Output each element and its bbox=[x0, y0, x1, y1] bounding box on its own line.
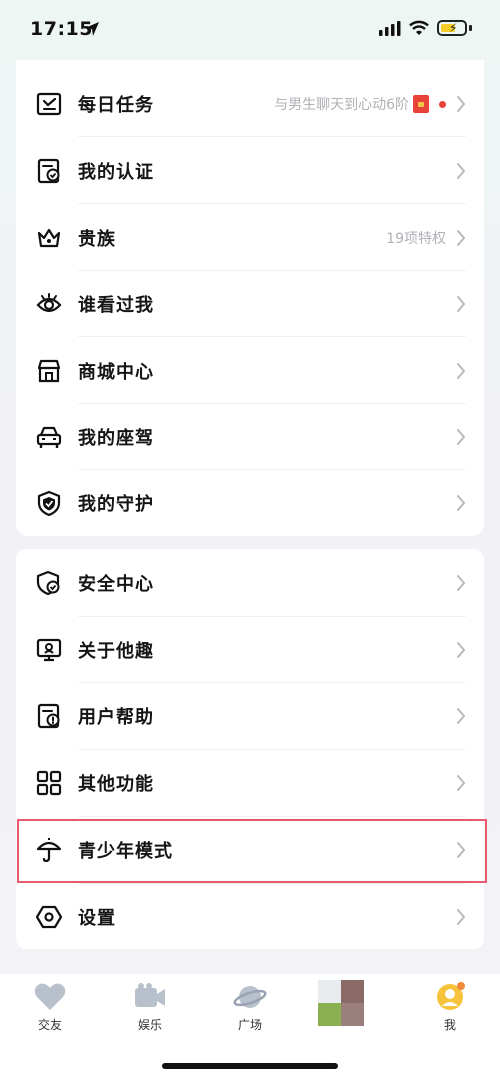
menu-item-mall[interactable]: 商城中心 bbox=[16, 338, 484, 404]
location-arrow-icon bbox=[85, 22, 99, 36]
shield-icon bbox=[37, 490, 61, 516]
menu-item-label: 用户帮助 bbox=[78, 707, 154, 728]
menu-item-label: 关于他趣 bbox=[78, 641, 154, 662]
menu-card-main: 每日任务 与男生聊天到心动6阶 我的认证 贵族 19项特权 谁看过我 商城中心 … bbox=[16, 60, 484, 536]
home-indicator bbox=[162, 1063, 338, 1069]
menu-item-visitors[interactable]: 谁看过我 bbox=[16, 271, 484, 337]
menu-item-security[interactable]: 安全中心 bbox=[16, 550, 484, 616]
crown-icon bbox=[37, 228, 61, 248]
chevron-right-icon bbox=[457, 775, 466, 791]
tab-label: 广场 bbox=[237, 1018, 262, 1032]
menu-item-other-features[interactable]: 其他功能 bbox=[16, 750, 484, 816]
tab-entertainment[interactable]: 娱乐 bbox=[110, 982, 190, 1033]
car-icon bbox=[36, 426, 62, 448]
chevron-right-icon bbox=[457, 230, 466, 246]
eye-icon bbox=[36, 293, 62, 313]
tab-plaza[interactable]: 广场 bbox=[210, 982, 290, 1033]
menu-item-guardian[interactable]: 我的守护 bbox=[16, 470, 484, 536]
notification-dot bbox=[439, 100, 446, 108]
menu-item-label: 贵族 bbox=[78, 229, 116, 250]
chevron-right-icon bbox=[457, 163, 466, 179]
menu-item-about[interactable]: 关于他趣 bbox=[16, 617, 484, 683]
menu-item-meta: 19项特权 bbox=[386, 231, 446, 247]
menu-item-nobility[interactable]: 贵族 19项特权 bbox=[16, 205, 484, 271]
menu-item-car[interactable]: 我的座驾 bbox=[16, 404, 484, 470]
menu-item-meta: 与男生聊天到心动6阶 bbox=[274, 94, 446, 114]
chevron-right-icon bbox=[457, 708, 466, 724]
menu-item-verification[interactable]: 我的认证 bbox=[16, 138, 484, 204]
store-icon bbox=[37, 359, 61, 383]
verify-icon bbox=[37, 158, 60, 184]
status-indicators: ⚡ bbox=[379, 20, 472, 36]
chevron-right-icon bbox=[457, 429, 466, 445]
about-icon bbox=[36, 638, 62, 662]
chevron-right-icon bbox=[457, 96, 466, 112]
menu-item-label: 其他功能 bbox=[78, 774, 154, 795]
menu-item-label: 我的守护 bbox=[78, 494, 154, 515]
menu-item-help[interactable]: 用户帮助 bbox=[16, 683, 484, 749]
battery-icon: ⚡ bbox=[437, 20, 467, 36]
tab-label: 娱乐 bbox=[137, 1018, 162, 1032]
tab-label: 交友 bbox=[37, 1018, 62, 1032]
thumbnail-image[interactable] bbox=[318, 980, 364, 1026]
tab-me[interactable]: 我 bbox=[410, 982, 490, 1033]
avatar-icon bbox=[437, 982, 465, 1010]
video-icon bbox=[135, 983, 165, 1007]
chevron-right-icon bbox=[457, 575, 466, 591]
red-envelope-icon bbox=[413, 95, 429, 113]
security-icon bbox=[36, 570, 60, 596]
chevron-right-icon bbox=[457, 363, 466, 379]
menu-item-label: 我的座驾 bbox=[78, 428, 154, 449]
settings-icon bbox=[36, 905, 62, 929]
menu-item-label: 安全中心 bbox=[78, 574, 154, 595]
menu-item-label: 我的认证 bbox=[78, 162, 154, 183]
chevron-right-icon bbox=[457, 495, 466, 511]
chevron-right-icon bbox=[457, 296, 466, 312]
tab-friends[interactable]: 交友 bbox=[10, 982, 90, 1033]
signal-icon bbox=[379, 21, 401, 36]
menu-card-secondary: 安全中心 关于他趣 用户帮助 其他功能 青少年模式 设置 bbox=[16, 549, 484, 949]
wifi-icon bbox=[409, 20, 429, 35]
menu-item-label: 商城中心 bbox=[78, 362, 154, 383]
menu-item-label: 设置 bbox=[78, 908, 116, 929]
task-icon bbox=[36, 92, 62, 116]
menu-item-label: 谁看过我 bbox=[78, 295, 154, 316]
menu-item-daily-tasks[interactable]: 每日任务 与男生聊天到心动6阶 bbox=[16, 71, 484, 137]
tab-label: 我 bbox=[443, 1018, 456, 1032]
help-icon bbox=[37, 703, 60, 729]
selection-highlight bbox=[17, 819, 487, 883]
status-bar: 17:15 ⚡ bbox=[0, 0, 500, 60]
grid-icon bbox=[36, 770, 62, 796]
chevron-right-icon bbox=[457, 642, 466, 658]
heart-icon bbox=[34, 983, 66, 1010]
menu-item-label: 每日任务 bbox=[78, 95, 154, 116]
menu-item-settings[interactable]: 设置 bbox=[16, 884, 484, 949]
planet-icon bbox=[233, 986, 267, 1008]
chevron-right-icon bbox=[457, 909, 466, 925]
